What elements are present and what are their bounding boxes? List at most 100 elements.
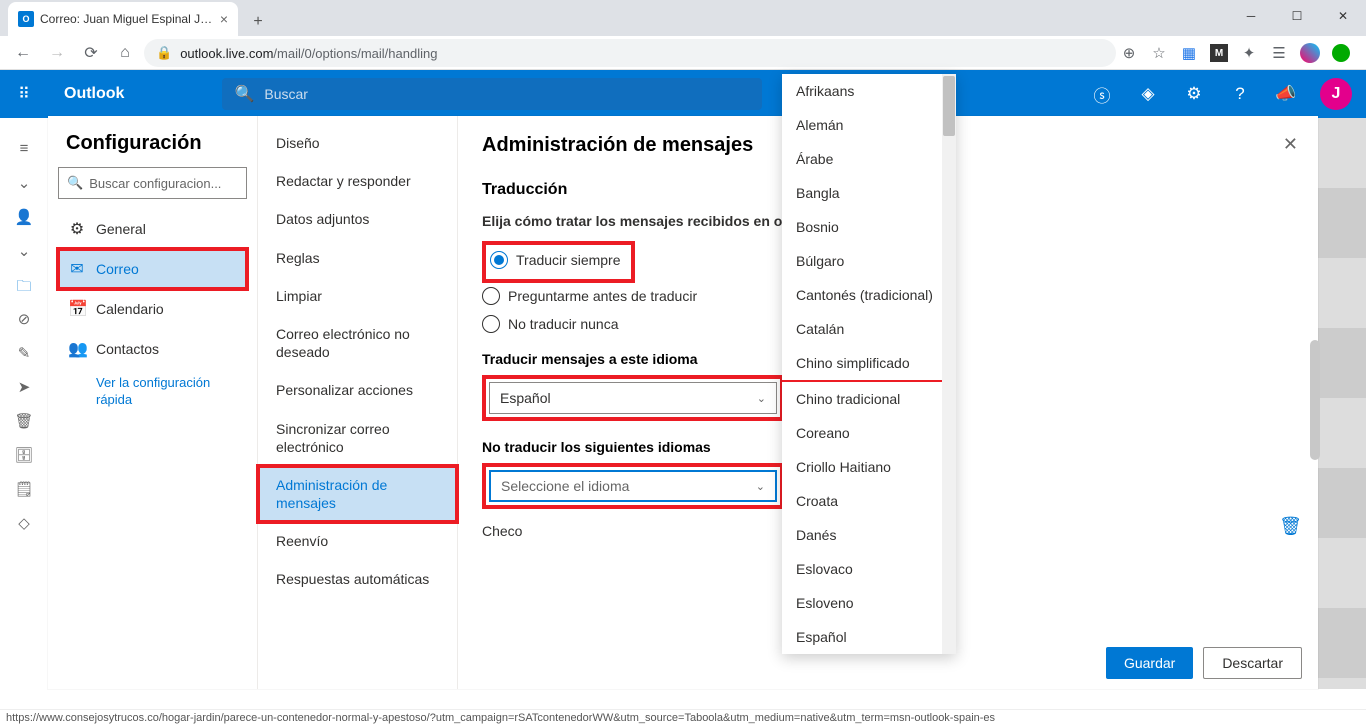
dropdown-item[interactable]: Afrikaans [782, 74, 956, 108]
category-label: General [96, 221, 146, 237]
ext-m-icon[interactable]: M [1210, 44, 1228, 62]
category-label: Correo [96, 261, 139, 277]
forward-button[interactable]: → [42, 38, 72, 68]
extension-icons: ⊕ ☆ ▦ M ✦ ☰ [1120, 43, 1358, 63]
search-box[interactable]: 🔍 [222, 78, 762, 110]
megaphone-icon[interactable]: 📣 [1264, 70, 1308, 118]
outlook-brand[interactable]: Outlook [48, 85, 140, 103]
new-tab-button[interactable]: + [244, 8, 272, 36]
dropdown-item[interactable]: Esloveno [782, 586, 956, 620]
subnav-administracion[interactable]: Administración de mensajes [258, 466, 457, 522]
subnav-diseno[interactable]: Diseño [258, 124, 457, 162]
diamond-icon[interactable]: ◇ [18, 514, 30, 532]
maximize-button[interactable]: ☐ [1274, 0, 1320, 32]
subnav-respuestas[interactable]: Respuestas automáticas [258, 560, 457, 598]
view-quick-settings-link[interactable]: Ver la configuración rápida [58, 369, 247, 415]
status-bar: https://www.consejosytrucos.co/hogar-jar… [0, 709, 1366, 727]
profile-avatar[interactable] [1300, 43, 1320, 63]
subnav-adjuntos[interactable]: Datos adjuntos [258, 200, 457, 238]
puzzle-icon[interactable]: ✦ [1240, 44, 1258, 62]
outlook-header: ⠿ Outlook 🔍 ⓢ ◈ ⚙ ? 📣 J [0, 70, 1366, 118]
radio-always-translate[interactable]: Traducir siempre [490, 251, 621, 269]
chevron-down-icon[interactable]: ⌄ [18, 242, 31, 260]
back-button[interactable]: ← [8, 38, 38, 68]
settings-title: Configuración [58, 132, 247, 155]
dropdown-item[interactable]: Bangla [782, 176, 956, 210]
subnav-reenvio[interactable]: Reenvío [258, 522, 457, 560]
settings-search[interactable]: 🔍 Buscar configuracion... [58, 167, 247, 199]
background-preview [1316, 118, 1366, 689]
browser-tab[interactable]: O Correo: Juan Miguel Espinal Jime × [8, 2, 238, 36]
block-icon[interactable]: ⊘ [18, 310, 31, 328]
help-icon[interactable]: ? [1218, 70, 1262, 118]
dropdown-item[interactable]: Alemán [782, 108, 956, 142]
dropdown-item[interactable]: Cantonés (tradicional) [782, 278, 956, 312]
reading-list-icon[interactable]: ☰ [1270, 44, 1288, 62]
subnav-limpiar[interactable]: Limpiar [258, 277, 457, 315]
chevron-down-icon[interactable]: ⌄ [18, 174, 31, 192]
discard-button[interactable]: Descartar [1203, 647, 1302, 679]
note-icon[interactable]: 🗒 [14, 480, 33, 498]
subnav-personalizar[interactable]: Personalizar acciones [258, 371, 457, 409]
url-box[interactable]: 🔒 outlook.live.com/mail/0/options/mail/h… [144, 39, 1116, 67]
send-icon[interactable]: ➤ [18, 378, 31, 396]
chevron-down-icon: ⌄ [757, 392, 766, 405]
translate-icon[interactable]: ▦ [1180, 44, 1198, 62]
star-icon[interactable]: ☆ [1150, 44, 1168, 62]
person-icon[interactable]: 👤 [15, 208, 34, 226]
category-correo[interactable]: ✉ Correo [58, 249, 247, 289]
subnav-sincronizar[interactable]: Sincronizar correo electrónico [258, 410, 457, 466]
dropdown-item[interactable]: Danés [782, 518, 956, 552]
outlook-diamond-icon[interactable]: ◈ [1126, 70, 1170, 118]
dropdown-item[interactable]: Bosnio [782, 210, 956, 244]
dropdown-item[interactable]: Catalán [782, 312, 956, 346]
people-icon: 👥 [68, 339, 86, 359]
outlook-favicon: O [18, 11, 34, 27]
translate-to-select[interactable]: Español ⌄ [489, 382, 777, 414]
radio-icon [482, 287, 500, 305]
dropdown-item[interactable]: Croata [782, 484, 956, 518]
edit-icon[interactable]: ✎ [18, 344, 31, 362]
footer-buttons: Guardar Descartar [1106, 647, 1302, 679]
close-icon[interactable]: × [220, 11, 228, 27]
save-button[interactable]: Guardar [1106, 647, 1193, 679]
tab-title: Correo: Juan Miguel Espinal Jime [40, 12, 214, 26]
settings-subnav: Diseño Redactar y responder Datos adjunt… [258, 116, 458, 689]
delete-icon[interactable]: 🗑 [14, 412, 33, 430]
scrollbar-thumb[interactable] [1310, 340, 1320, 460]
inbox-icon[interactable]: 🗀 [16, 276, 31, 294]
dropdown-item[interactable]: Chino simplificado [782, 346, 956, 382]
user-avatar[interactable]: J [1320, 78, 1352, 110]
dropdown-item[interactable]: Eslovaco [782, 552, 956, 586]
reload-button[interactable]: ⟳ [76, 38, 106, 68]
subnav-redactar[interactable]: Redactar y responder [258, 162, 457, 200]
plus-circle-icon[interactable]: ⊕ [1120, 44, 1138, 62]
close-window-button[interactable]: ✕ [1320, 0, 1366, 32]
category-general[interactable]: ⚙ General [58, 209, 247, 249]
dropdown-scrollbar[interactable] [942, 74, 956, 654]
search-input[interactable] [264, 86, 750, 102]
subnav-reglas[interactable]: Reglas [258, 239, 457, 277]
category-contactos[interactable]: 👥 Contactos [58, 329, 247, 369]
dropdown-item[interactable]: Coreano [782, 416, 956, 450]
dropdown-item[interactable]: Español [782, 620, 956, 654]
category-calendario[interactable]: 📅 Calendario [58, 289, 247, 329]
trash-icon[interactable]: 🗑 [1279, 516, 1302, 537]
dropdown-item[interactable]: Chino tradicional [782, 382, 956, 416]
app-launcher-icon[interactable]: ⠿ [0, 70, 48, 118]
gear-icon[interactable]: ⚙ [1172, 70, 1216, 118]
skype-icon[interactable]: ⓢ [1080, 70, 1124, 118]
window-controls: ─ ☐ ✕ [1228, 0, 1366, 32]
dropdown-item[interactable]: Búlgaro [782, 244, 956, 278]
language-dropdown: AfrikaansAlemánÁrabeBanglaBosnioBúlgaroC… [782, 74, 956, 654]
tab-bar: O Correo: Juan Miguel Espinal Jime × + ─… [0, 0, 1366, 36]
subnav-no-deseado[interactable]: Correo electrónico no deseado [258, 315, 457, 371]
hamburger-icon[interactable]: ≡ [20, 140, 29, 158]
home-button[interactable]: ⌂ [110, 38, 140, 68]
dropdown-item[interactable]: Árabe [782, 142, 956, 176]
dropdown-item[interactable]: Criollo Haitiano [782, 450, 956, 484]
minimize-button[interactable]: ─ [1228, 0, 1274, 32]
archive-icon[interactable]: 🗄 [14, 446, 33, 464]
dont-translate-select[interactable]: Seleccione el idioma ⌄ [489, 470, 777, 502]
ext-green-icon[interactable] [1332, 44, 1350, 62]
